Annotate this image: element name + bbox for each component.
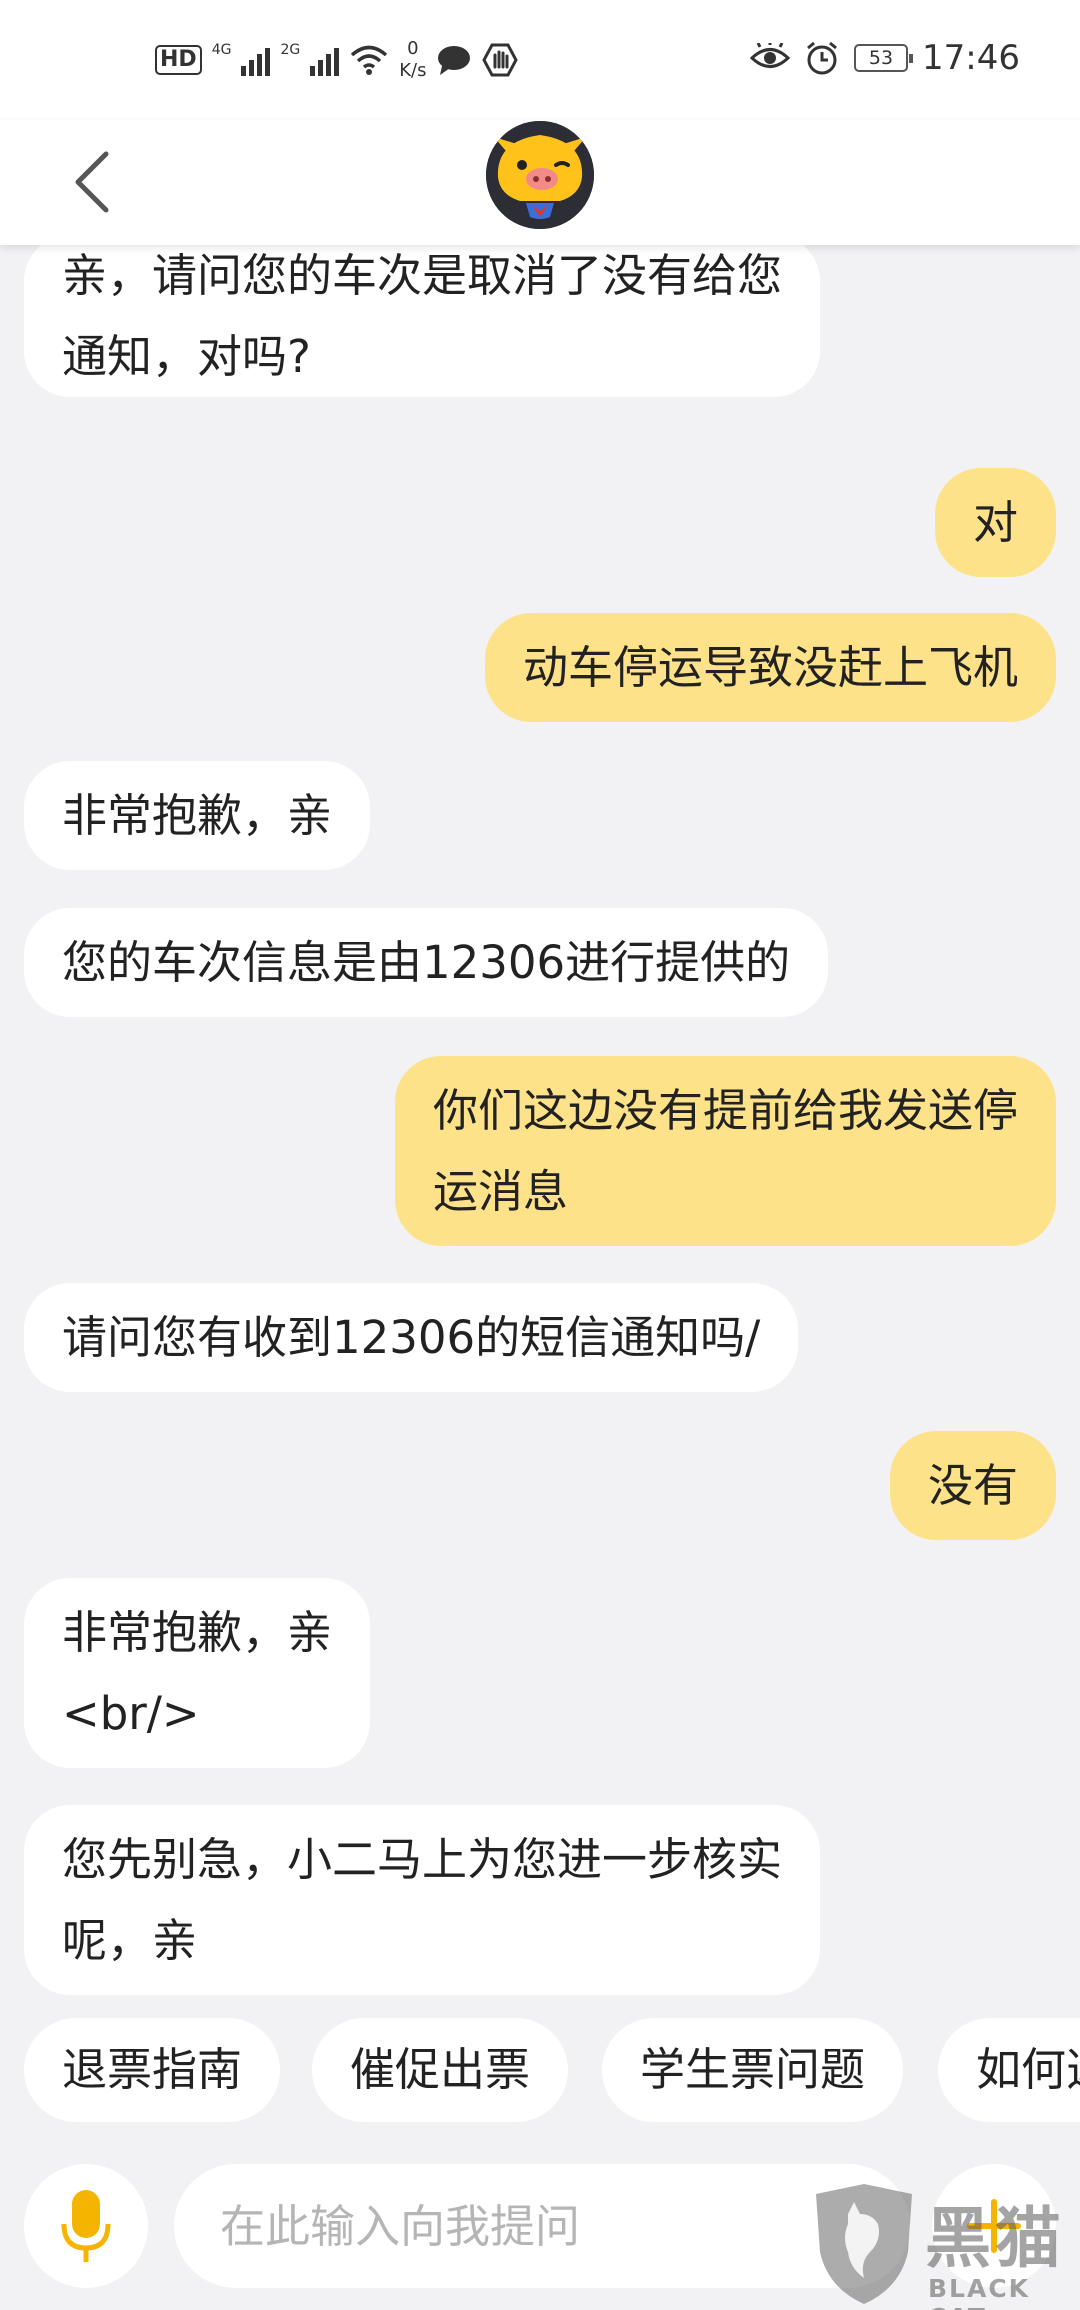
sim1-network-label: 4G	[211, 42, 232, 58]
message-line: 请问您有收到12306的短信通知吗/	[62, 1311, 761, 1364]
quick-reply-bar[interactable]: 退票指南 催促出票 学生票问题 如何选	[0, 2018, 1080, 2128]
hd-voice-badge: HD	[155, 45, 202, 75]
quick-reply-refund-guide[interactable]: 退票指南	[24, 2018, 281, 2122]
quick-reply-how-to[interactable]: 如何选	[938, 2018, 1080, 2122]
network-speed: 0 K/s	[399, 38, 426, 82]
message-line: 运消息	[432, 1165, 568, 1218]
message-line: 非常抱歉，亲	[62, 789, 333, 842]
message-bubble-incoming: 亲，请问您的车次是取消了没有给您 通知，对吗?	[24, 245, 821, 397]
message-bubble-outgoing: 动车停运导致没赶上飞机	[484, 613, 1056, 722]
cat-logo-icon	[816, 2184, 912, 2304]
message-bubble-outgoing: 你们这边没有提前给我发送停 运消息	[394, 1056, 1056, 1246]
message-line: 非常抱歉，亲	[62, 1606, 333, 1659]
quick-reply-student-ticket[interactable]: 学生票问题	[602, 2018, 904, 2122]
message-bubble-outgoing: 对	[934, 468, 1056, 577]
pig-mascot-icon	[486, 121, 594, 229]
battery-icon: 53	[854, 44, 914, 72]
message-line: <br/>	[62, 1687, 200, 1740]
message-line: 动车停运导致没赶上飞机	[522, 641, 1018, 694]
message-line: 对	[972, 496, 1018, 549]
message-line: 您先别急，小二马上为您进一步核实	[62, 1833, 783, 1886]
message-bubble-incoming: 非常抱歉，亲	[24, 761, 371, 870]
message-bubble-incoming: 您先别急，小二马上为您进一步核实 呢，亲	[24, 1805, 821, 1995]
sim1-signal-icon	[241, 44, 271, 76]
microphone-icon	[61, 2190, 111, 2262]
status-right: 53 17:46	[750, 38, 1020, 78]
clock-time: 17:46	[922, 38, 1020, 78]
status-left: HD 4G 2G 0 K/s	[155, 38, 519, 82]
eye-comfort-icon	[750, 43, 791, 68]
network-speed-unit: K/s	[399, 60, 427, 81]
wifi-icon	[351, 45, 388, 75]
watermark-subtitle: BLACK CAT	[928, 2274, 1031, 2310]
message-line: 通知，对吗?	[62, 330, 311, 383]
message-bubble-incoming: 您的车次信息是由12306进行提供的	[24, 908, 829, 1017]
voice-input-button[interactable]	[24, 2164, 148, 2288]
chat-message-list[interactable]: 亲，请问您的车次是取消了没有给您 通知，对吗? 对 动车停运导致没赶上飞机 非常…	[0, 245, 1080, 2015]
chat-header	[0, 120, 1080, 245]
message-icon	[438, 46, 471, 75]
network-speed-value: 0	[407, 38, 419, 59]
quick-reply-urge-ticketing[interactable]: 催促出票	[312, 2018, 569, 2122]
status-bar: HD 4G 2G 0 K/s 53 17:46	[0, 0, 1080, 120]
sim2-network-label: 2G	[280, 42, 301, 58]
message-line: 您的车次信息是由12306进行提供的	[62, 936, 791, 989]
watermark-title: 黑猫	[925, 2200, 1065, 2277]
chevron-left-icon	[75, 151, 109, 213]
avatar[interactable]	[486, 121, 594, 229]
shield-hand-icon	[482, 43, 519, 77]
alarm-icon	[807, 41, 837, 75]
message-line: 亲，请问您的车次是取消了没有给您	[62, 249, 783, 302]
message-line: 没有	[927, 1459, 1018, 1512]
sim2-signal-icon	[310, 44, 340, 76]
back-button[interactable]	[62, 142, 122, 222]
message-bubble-incoming: 请问您有收到12306的短信通知吗/	[24, 1283, 799, 1392]
blackcat-watermark: 黑猫 BLACK CAT	[800, 2180, 1080, 2310]
message-bubble-outgoing: 没有	[889, 1431, 1056, 1540]
message-line: 呢，亲	[62, 1914, 198, 1967]
message-line: 你们这边没有提前给我发送停	[432, 1084, 1018, 1137]
message-bubble-incoming: 非常抱歉，亲 <br/>	[24, 1578, 371, 1768]
